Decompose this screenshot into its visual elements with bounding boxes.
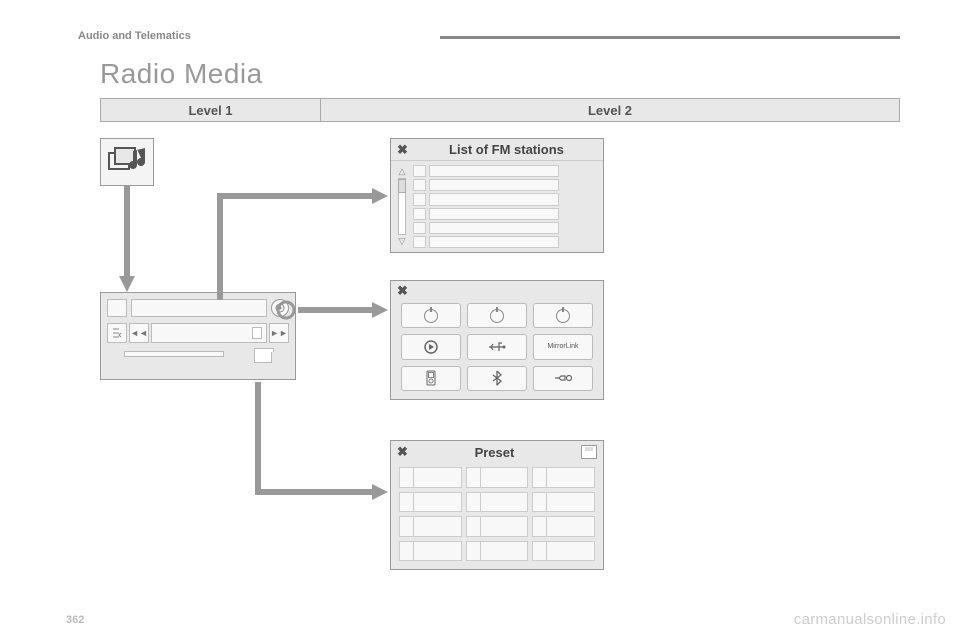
scroll-down-icon[interactable]: ▽ bbox=[399, 237, 406, 246]
close-icon[interactable]: ✖ bbox=[397, 142, 408, 158]
source-bluetooth[interactable] bbox=[467, 366, 527, 391]
preset-panel: ✖ Preset bbox=[390, 440, 604, 570]
list-button[interactable] bbox=[107, 323, 127, 343]
prev-track-button[interactable]: ◄◄ bbox=[129, 323, 149, 343]
preset-slot[interactable] bbox=[532, 467, 595, 488]
radio-antenna-icon bbox=[424, 309, 438, 323]
player-mode-indicator bbox=[107, 299, 127, 317]
list-item[interactable] bbox=[413, 193, 595, 205]
page-title: Radio Media bbox=[100, 58, 263, 90]
list-item[interactable] bbox=[413, 222, 595, 234]
source-radio-1[interactable] bbox=[401, 303, 461, 328]
preset-slot[interactable] bbox=[532, 516, 595, 537]
media-note-icon bbox=[107, 145, 147, 179]
fm-panel-title: List of FM stations bbox=[416, 142, 597, 157]
fm-stations-panel: ✖ List of FM stations △ ▽ bbox=[390, 138, 604, 253]
next-track-button[interactable]: ►► bbox=[269, 323, 289, 343]
preset-grid bbox=[391, 463, 603, 569]
preset-slot[interactable] bbox=[466, 541, 529, 562]
preset-slot[interactable] bbox=[532, 492, 595, 513]
scroll-up-icon[interactable]: △ bbox=[399, 167, 406, 176]
level-2-header: Level 2 bbox=[321, 99, 899, 121]
save-icon[interactable] bbox=[581, 445, 597, 459]
preset-slot[interactable] bbox=[466, 492, 529, 513]
source-mirrorlink[interactable]: MirrorLink bbox=[533, 334, 593, 359]
list-item[interactable] bbox=[413, 236, 595, 248]
source-disc[interactable] bbox=[401, 334, 461, 359]
source-usb[interactable] bbox=[467, 334, 527, 359]
scroll-thumb[interactable] bbox=[398, 179, 406, 193]
close-icon[interactable]: ✖ bbox=[397, 444, 408, 460]
close-icon[interactable]: ✖ bbox=[397, 283, 408, 299]
level-1-header: Level 1 bbox=[101, 99, 321, 121]
radio-antenna-icon bbox=[490, 309, 504, 323]
radio-player-panel: ◄◄ ►► bbox=[100, 292, 296, 380]
ipod-icon bbox=[426, 370, 436, 386]
station-list bbox=[409, 165, 599, 248]
preset-button[interactable] bbox=[254, 351, 272, 363]
mirrorlink-label: MirrorLink bbox=[547, 343, 578, 350]
source-radio-3[interactable] bbox=[533, 303, 593, 328]
preset-slot[interactable] bbox=[399, 492, 462, 513]
list-item[interactable] bbox=[413, 165, 595, 177]
source-aux[interactable] bbox=[533, 366, 593, 391]
progress-bar bbox=[124, 351, 224, 357]
frequency-display bbox=[151, 323, 267, 343]
level-table: Level 1 Level 2 bbox=[100, 98, 900, 122]
preset-slot[interactable] bbox=[466, 467, 529, 488]
preset-panel-title: Preset bbox=[414, 445, 575, 460]
preset-slot[interactable] bbox=[466, 516, 529, 537]
radio-media-icon[interactable] bbox=[100, 138, 154, 186]
source-ipod[interactable] bbox=[401, 366, 461, 391]
radio-antenna-icon bbox=[556, 309, 570, 323]
aux-jack-icon bbox=[553, 373, 573, 383]
scrollbar[interactable]: △ ▽ bbox=[395, 165, 409, 248]
preset-slot[interactable] bbox=[532, 541, 595, 562]
section-header: Audio and Telematics bbox=[78, 30, 191, 42]
sources-panel: ✖ MirrorLink bbox=[390, 280, 604, 400]
list-item[interactable] bbox=[413, 208, 595, 220]
bluetooth-icon bbox=[492, 370, 502, 386]
usb-icon bbox=[487, 341, 507, 353]
preset-slot[interactable] bbox=[399, 516, 462, 537]
source-select-button[interactable] bbox=[271, 299, 289, 317]
list-item[interactable] bbox=[413, 179, 595, 191]
play-disc-icon bbox=[423, 339, 439, 355]
preset-slot[interactable] bbox=[399, 467, 462, 488]
station-name-display bbox=[131, 299, 267, 317]
page-number: 362 bbox=[66, 614, 84, 626]
preset-slot[interactable] bbox=[399, 541, 462, 562]
source-radio-2[interactable] bbox=[467, 303, 527, 328]
watermark: carmanualsonline.info bbox=[794, 611, 946, 628]
header-rule bbox=[440, 36, 900, 39]
